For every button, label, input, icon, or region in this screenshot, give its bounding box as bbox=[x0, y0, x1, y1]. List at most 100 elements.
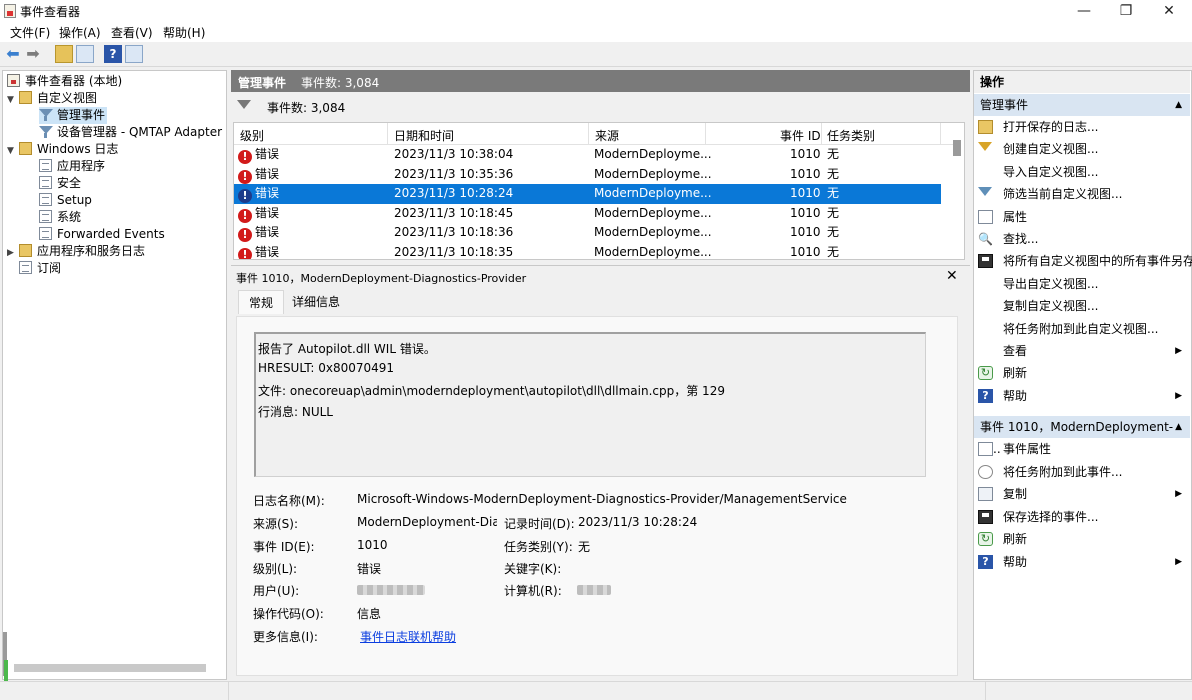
log-icon bbox=[39, 193, 52, 206]
action-item[interactable]: 复制 ▶ bbox=[978, 484, 1186, 504]
tree-subscriptions[interactable]: 订阅 bbox=[19, 260, 61, 277]
action-item[interactable]: 筛选当前自定义视图... bbox=[978, 184, 1186, 204]
status-indicator bbox=[4, 660, 8, 682]
row-level: ! 错误 bbox=[238, 204, 279, 223]
action-item[interactable]: 将所有自定义视图中的所有事件另存... bbox=[978, 251, 1192, 271]
menu-bar: 文件(F) 操作(A) 查看(V) 帮助(H) bbox=[0, 22, 1192, 42]
close-detail-button[interactable]: ✕ bbox=[946, 268, 958, 284]
show-hide-tree-icon[interactable] bbox=[76, 45, 94, 63]
column-divider[interactable] bbox=[705, 123, 706, 145]
action-item[interactable]: 事件属性 bbox=[978, 439, 1186, 459]
filter-icon bbox=[39, 108, 53, 121]
help-icon[interactable]: ? bbox=[104, 45, 122, 63]
action-item[interactable]: 属性 bbox=[978, 207, 1186, 227]
tree-system[interactable]: 系统 bbox=[39, 209, 81, 226]
collapsed-chevron-icon[interactable]: ▶ bbox=[7, 245, 17, 262]
tree-root[interactable]: 事件查看器 (本地) bbox=[7, 73, 122, 90]
show-hide-action-pane-icon[interactable] bbox=[125, 45, 143, 63]
column-level[interactable]: 级别 bbox=[240, 127, 264, 144]
tree-application[interactable]: 应用程序 bbox=[39, 158, 105, 175]
close-window-button[interactable]: ✕ bbox=[1146, 0, 1192, 22]
more-info-link[interactable]: 事件日志联机帮助 bbox=[360, 628, 456, 645]
tree-device-manager[interactable]: 设备管理器 - QMTAP Adapter V9 bbox=[39, 124, 226, 141]
column-divider[interactable] bbox=[588, 123, 589, 145]
menu-help[interactable]: 帮助(H) bbox=[163, 24, 205, 41]
column-task-category[interactable]: 任务类别 bbox=[827, 127, 875, 144]
tree-windows-logs[interactable]: ▼ Windows 日志 bbox=[7, 141, 118, 158]
row-event-id: 1010 bbox=[790, 166, 821, 181]
action-item[interactable]: 将任务附加到此自定义视图... bbox=[978, 319, 1186, 339]
error-icon: ! bbox=[238, 208, 252, 223]
action-label: 复制自定义视图... bbox=[1003, 299, 1099, 314]
table-row[interactable]: ! 错误 2023/11/3 10:18:45 ModernDeployme... 10… bbox=[234, 204, 941, 224]
table-row[interactable]: ! 错误 2023/11/3 10:28:24 ModernDeployme... 10… bbox=[234, 184, 941, 204]
event-message-box[interactable]: 报告了 Autopilot.dll WIL 错误。 HRESULT: 0x800… bbox=[254, 332, 926, 477]
actions-section-event[interactable]: 事件 1010，ModernDeployment-D... ▲ bbox=[974, 416, 1190, 456]
error-icon: ! bbox=[238, 248, 252, 259]
grid-scrollbar-thumb[interactable] bbox=[953, 140, 961, 156]
forward-arrow-icon[interactable]: ➡ bbox=[24, 45, 42, 63]
properties-icon bbox=[978, 209, 993, 224]
table-row[interactable]: ! 错误 2023/11/3 10:35:36 ModernDeployme... 10… bbox=[234, 165, 941, 185]
column-divider[interactable] bbox=[940, 123, 941, 145]
column-divider[interactable] bbox=[821, 123, 822, 145]
action-item[interactable]: 创建自定义视图... bbox=[978, 139, 1186, 159]
menu-action[interactable]: 操作(A) bbox=[59, 24, 101, 41]
back-arrow-icon[interactable]: ⬅ bbox=[4, 45, 22, 63]
task-category-value[interactable]: 无 bbox=[578, 538, 590, 555]
logged-value[interactable]: 2023/11/3 10:28:24 bbox=[578, 515, 697, 529]
level-value[interactable]: 错误 bbox=[357, 560, 381, 577]
column-divider[interactable] bbox=[387, 123, 388, 145]
log-name-value[interactable]: Microsoft-Windows-ModernDeployment-Diagn… bbox=[357, 492, 847, 506]
tree-security[interactable]: 安全 bbox=[39, 175, 81, 192]
action-item[interactable]: 🔍 查找... bbox=[978, 229, 1186, 249]
action-item[interactable]: 打开保存的日志... bbox=[978, 117, 1186, 137]
expanded-chevron-icon[interactable]: ▼ bbox=[7, 92, 17, 109]
opcode-value[interactable]: 信息 bbox=[357, 605, 381, 622]
action-item[interactable]: ? 帮助 ▶ bbox=[978, 386, 1186, 406]
tree-horizontal-scrollbar[interactable] bbox=[14, 664, 206, 672]
table-row[interactable]: ! 错误 2023/11/3 10:38:04 ModernDeployme... 10… bbox=[234, 145, 941, 165]
expanded-chevron-icon[interactable]: ▼ bbox=[7, 143, 17, 160]
action-item[interactable]: ↻ 刷新 bbox=[978, 363, 1186, 383]
status-bar bbox=[0, 681, 1192, 700]
column-source[interactable]: 来源 bbox=[595, 127, 619, 144]
table-row[interactable]: ! 错误 2023/11/3 10:18:35 ModernDeployme... 10… bbox=[234, 243, 941, 259]
collapse-arrow-icon[interactable]: ▲ bbox=[1175, 94, 1182, 116]
actions-section-admin-events[interactable]: 管理事件 ▲ bbox=[974, 94, 1190, 116]
tree-custom-views[interactable]: ▼ 自定义视图 bbox=[7, 90, 97, 107]
action-item[interactable]: ? 帮助 ▶ bbox=[978, 552, 1186, 572]
tree-setup[interactable]: Setup bbox=[39, 192, 92, 209]
column-event-id[interactable]: 事件 ID bbox=[780, 127, 821, 144]
up-folder-icon[interactable] bbox=[55, 45, 73, 63]
tree-admin-events[interactable]: 管理事件 bbox=[39, 107, 108, 124]
action-item[interactable]: 导入自定义视图... bbox=[978, 162, 1186, 182]
action-item[interactable]: 复制自定义视图... bbox=[978, 296, 1186, 316]
minimize-button[interactable]: — bbox=[1061, 0, 1107, 22]
restore-button[interactable]: ❐ bbox=[1103, 0, 1149, 22]
help-icon: ? bbox=[978, 554, 993, 569]
menu-file[interactable]: 文件(F) bbox=[10, 24, 50, 41]
action-item[interactable]: 导出自定义视图... bbox=[978, 274, 1186, 294]
column-datetime[interactable]: 日期和时间 bbox=[394, 127, 454, 144]
action-item[interactable]: ↻ 刷新 bbox=[978, 529, 1186, 549]
event-id-value[interactable]: 1010 bbox=[357, 538, 388, 552]
tab-general[interactable]: 常规 bbox=[238, 290, 285, 314]
action-item[interactable]: 将任务附加到此事件... bbox=[978, 462, 1186, 482]
action-item[interactable]: 查看 ▶ bbox=[978, 341, 1186, 361]
tab-details[interactable]: 详细信息 bbox=[282, 290, 350, 314]
action-label: 创建自定义视图... bbox=[1003, 142, 1099, 157]
save-icon bbox=[978, 509, 993, 524]
log-name-label: 日志名称(M): bbox=[253, 494, 325, 508]
menu-view[interactable]: 查看(V) bbox=[111, 24, 153, 41]
row-source: ModernDeployme... bbox=[594, 205, 712, 220]
more-info-label: 更多信息(I): bbox=[253, 630, 318, 644]
table-row[interactable]: ! 错误 2023/11/3 10:18:36 ModernDeployme... 10… bbox=[234, 223, 941, 243]
collapse-arrow-icon[interactable]: ▲ bbox=[1175, 416, 1182, 438]
section-label: 管理事件 bbox=[980, 98, 1029, 112]
tree-forwarded-events[interactable]: Forwarded Events bbox=[39, 226, 165, 243]
source-value[interactable]: ModernDeployment-Diagn bbox=[357, 515, 497, 529]
help-icon: ? bbox=[978, 388, 993, 403]
tree-app-service-logs[interactable]: ▶ 应用程序和服务日志 bbox=[7, 243, 145, 260]
action-item[interactable]: 保存选择的事件... bbox=[978, 507, 1186, 527]
